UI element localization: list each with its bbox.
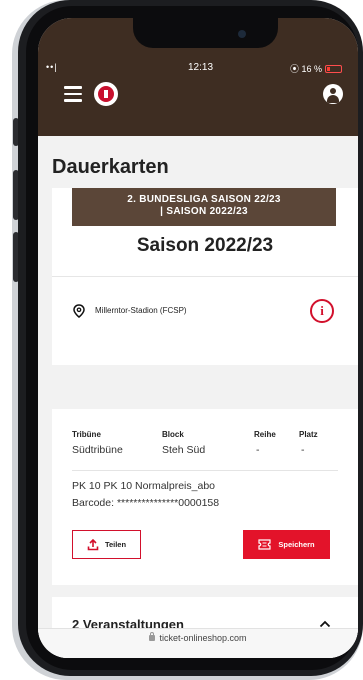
lock-icon <box>149 631 156 641</box>
battery-icon <box>325 64 343 73</box>
phone-screen: ••| 12:13 ⦿ 16 % Dauerkarten 2. BUNDESLI <box>38 18 358 658</box>
url-text: ticket-onlineshop.com <box>159 633 247 643</box>
app-header: ••| 12:13 ⦿ 16 % <box>38 18 358 136</box>
ticket-product: PK 10 PK 10 Normalpreis_abo <box>72 480 215 492</box>
col-tribune-value: Südtribüne <box>72 444 123 456</box>
share-label: Teilen <box>104 540 127 549</box>
col-block-value: Steh Süd <box>162 444 206 456</box>
user-profile-icon[interactable] <box>323 84 343 104</box>
club-logo-icon[interactable] <box>94 82 118 106</box>
divider <box>52 276 358 277</box>
competition-banner: 2. BUNDESLIGA SAISON 22/23 | SAISON 2022… <box>72 188 336 226</box>
col-seat-label: Platz <box>299 430 318 439</box>
divider <box>72 470 338 471</box>
notch <box>133 18 278 48</box>
col-tribune-label: Tribüne <box>72 430 101 439</box>
ticket-barcode: Barcode: ***************0000158 <box>72 497 220 509</box>
col-row-value: - <box>256 444 260 456</box>
battery-text: ⦿ 16 % <box>290 64 323 74</box>
phone-scene: ••| 12:13 ⦿ 16 % Dauerkarten 2. BUNDESLI <box>0 0 363 680</box>
season-title: Saison 2022/23 <box>136 235 274 256</box>
status-time: 12:13 <box>188 62 214 73</box>
share-upload-icon <box>87 538 99 550</box>
col-block-label: Block <box>162 430 184 439</box>
share-button[interactable]: Teilen <box>72 530 141 559</box>
signal-indicator: ••| <box>46 62 58 72</box>
season-card: 2. BUNDESLIGA SAISON 22/23 | SAISON 2022… <box>52 188 358 365</box>
col-row-label: Reihe <box>254 430 276 439</box>
save-label: Speichern <box>278 540 315 549</box>
battery-status: ⦿ 16 % <box>290 62 343 75</box>
camera-icon <box>238 30 246 38</box>
col-seat-value: - <box>301 444 305 456</box>
banner-line-2: | SAISON 2022/23 <box>160 206 248 217</box>
ticket-card: Tribüne Block Reihe Platz Südtribüne Ste… <box>52 409 358 585</box>
banner-line-1: 2. BUNDESLIGA SAISON 22/23 <box>127 194 281 205</box>
ticket-icon <box>258 539 271 550</box>
main-content: Dauerkarten 2. BUNDESLIGA SAISON 22/23 |… <box>38 136 358 658</box>
info-button[interactable]: i <box>310 299 334 323</box>
venue-name: Millerntor-Stadion (FCSP) <box>95 306 187 315</box>
browser-url-bar[interactable]: ticket-onlineshop.com <box>38 628 358 658</box>
location-pin-icon <box>73 304 85 318</box>
save-button[interactable]: Speichern <box>243 530 330 559</box>
hamburger-menu-icon[interactable] <box>64 86 82 102</box>
page-title: Dauerkarten <box>52 156 169 178</box>
